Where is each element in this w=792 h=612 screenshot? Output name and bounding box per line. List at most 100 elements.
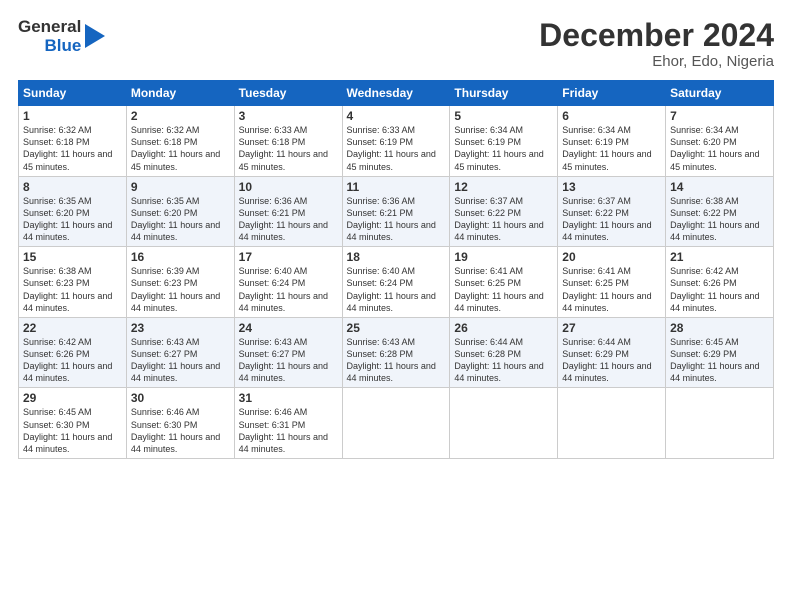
day-number: 12 (454, 180, 553, 194)
day-number: 4 (347, 109, 446, 123)
calendar-cell: 18Sunrise: 6:40 AMSunset: 6:24 PMDayligh… (342, 247, 450, 318)
calendar-cell: 24Sunrise: 6:43 AMSunset: 6:27 PMDayligh… (234, 317, 342, 388)
day-header-monday: Monday (126, 81, 234, 106)
calendar-cell: 8Sunrise: 6:35 AMSunset: 6:20 PMDaylight… (19, 176, 127, 247)
day-info: Sunrise: 6:37 AMSunset: 6:22 PMDaylight:… (562, 195, 661, 244)
calendar-cell: 1Sunrise: 6:32 AMSunset: 6:18 PMDaylight… (19, 106, 127, 177)
day-number: 19 (454, 250, 553, 264)
day-info: Sunrise: 6:33 AMSunset: 6:19 PMDaylight:… (347, 124, 446, 173)
day-info: Sunrise: 6:40 AMSunset: 6:24 PMDaylight:… (239, 265, 338, 314)
day-info: Sunrise: 6:34 AMSunset: 6:19 PMDaylight:… (454, 124, 553, 173)
calendar-week-2: 8Sunrise: 6:35 AMSunset: 6:20 PMDaylight… (19, 176, 774, 247)
day-info: Sunrise: 6:34 AMSunset: 6:20 PMDaylight:… (670, 124, 769, 173)
calendar-cell: 6Sunrise: 6:34 AMSunset: 6:19 PMDaylight… (558, 106, 666, 177)
calendar-cell: 17Sunrise: 6:40 AMSunset: 6:24 PMDayligh… (234, 247, 342, 318)
header: General Blue December 2024 Ehor, Edo, Ni… (18, 18, 774, 70)
page: General Blue December 2024 Ehor, Edo, Ni… (0, 0, 792, 612)
day-info: Sunrise: 6:44 AMSunset: 6:28 PMDaylight:… (454, 336, 553, 385)
day-info: Sunrise: 6:34 AMSunset: 6:19 PMDaylight:… (562, 124, 661, 173)
calendar-cell: 3Sunrise: 6:33 AMSunset: 6:18 PMDaylight… (234, 106, 342, 177)
logo-line1: General (18, 18, 81, 37)
title-block: December 2024 Ehor, Edo, Nigeria (539, 18, 774, 70)
day-header-friday: Friday (558, 81, 666, 106)
day-info: Sunrise: 6:35 AMSunset: 6:20 PMDaylight:… (131, 195, 230, 244)
calendar-cell: 25Sunrise: 6:43 AMSunset: 6:28 PMDayligh… (342, 317, 450, 388)
page-subtitle: Ehor, Edo, Nigeria (539, 53, 774, 70)
day-number: 28 (670, 321, 769, 335)
day-number: 29 (23, 391, 122, 405)
calendar-cell: 26Sunrise: 6:44 AMSunset: 6:28 PMDayligh… (450, 317, 558, 388)
day-info: Sunrise: 6:32 AMSunset: 6:18 PMDaylight:… (131, 124, 230, 173)
calendar-cell: 20Sunrise: 6:41 AMSunset: 6:25 PMDayligh… (558, 247, 666, 318)
day-number: 17 (239, 250, 338, 264)
day-info: Sunrise: 6:39 AMSunset: 6:23 PMDaylight:… (131, 265, 230, 314)
calendar-cell: 23Sunrise: 6:43 AMSunset: 6:27 PMDayligh… (126, 317, 234, 388)
calendar-week-5: 29Sunrise: 6:45 AMSunset: 6:30 PMDayligh… (19, 388, 774, 459)
day-info: Sunrise: 6:45 AMSunset: 6:29 PMDaylight:… (670, 336, 769, 385)
day-header-sunday: Sunday (19, 81, 127, 106)
calendar-week-3: 15Sunrise: 6:38 AMSunset: 6:23 PMDayligh… (19, 247, 774, 318)
day-number: 6 (562, 109, 661, 123)
calendar-cell: 30Sunrise: 6:46 AMSunset: 6:30 PMDayligh… (126, 388, 234, 459)
calendar-cell: 28Sunrise: 6:45 AMSunset: 6:29 PMDayligh… (666, 317, 774, 388)
day-number: 1 (23, 109, 122, 123)
day-info: Sunrise: 6:43 AMSunset: 6:27 PMDaylight:… (131, 336, 230, 385)
day-info: Sunrise: 6:41 AMSunset: 6:25 PMDaylight:… (562, 265, 661, 314)
calendar-cell: 11Sunrise: 6:36 AMSunset: 6:21 PMDayligh… (342, 176, 450, 247)
day-number: 11 (347, 180, 446, 194)
day-number: 23 (131, 321, 230, 335)
day-number: 16 (131, 250, 230, 264)
day-header-tuesday: Tuesday (234, 81, 342, 106)
day-info: Sunrise: 6:43 AMSunset: 6:28 PMDaylight:… (347, 336, 446, 385)
calendar-cell: 10Sunrise: 6:36 AMSunset: 6:21 PMDayligh… (234, 176, 342, 247)
day-info: Sunrise: 6:42 AMSunset: 6:26 PMDaylight:… (670, 265, 769, 314)
calendar-week-1: 1Sunrise: 6:32 AMSunset: 6:18 PMDaylight… (19, 106, 774, 177)
day-info: Sunrise: 6:46 AMSunset: 6:31 PMDaylight:… (239, 406, 338, 455)
day-number: 13 (562, 180, 661, 194)
day-info: Sunrise: 6:32 AMSunset: 6:18 PMDaylight:… (23, 124, 122, 173)
logo-arrow-icon (85, 24, 105, 48)
calendar-cell (558, 388, 666, 459)
day-number: 22 (23, 321, 122, 335)
logo: General Blue (18, 18, 105, 55)
calendar-cell: 12Sunrise: 6:37 AMSunset: 6:22 PMDayligh… (450, 176, 558, 247)
calendar-cell (666, 388, 774, 459)
calendar-cell: 27Sunrise: 6:44 AMSunset: 6:29 PMDayligh… (558, 317, 666, 388)
day-number: 2 (131, 109, 230, 123)
calendar-cell: 14Sunrise: 6:38 AMSunset: 6:22 PMDayligh… (666, 176, 774, 247)
calendar-cell (342, 388, 450, 459)
day-info: Sunrise: 6:40 AMSunset: 6:24 PMDaylight:… (347, 265, 446, 314)
day-number: 3 (239, 109, 338, 123)
day-info: Sunrise: 6:35 AMSunset: 6:20 PMDaylight:… (23, 195, 122, 244)
day-info: Sunrise: 6:46 AMSunset: 6:30 PMDaylight:… (131, 406, 230, 455)
calendar-cell: 21Sunrise: 6:42 AMSunset: 6:26 PMDayligh… (666, 247, 774, 318)
calendar-cell (450, 388, 558, 459)
day-number: 27 (562, 321, 661, 335)
calendar-cell: 7Sunrise: 6:34 AMSunset: 6:20 PMDaylight… (666, 106, 774, 177)
day-info: Sunrise: 6:36 AMSunset: 6:21 PMDaylight:… (239, 195, 338, 244)
calendar-cell: 19Sunrise: 6:41 AMSunset: 6:25 PMDayligh… (450, 247, 558, 318)
calendar-header-row: SundayMondayTuesdayWednesdayThursdayFrid… (19, 81, 774, 106)
day-number: 5 (454, 109, 553, 123)
day-info: Sunrise: 6:45 AMSunset: 6:30 PMDaylight:… (23, 406, 122, 455)
day-info: Sunrise: 6:42 AMSunset: 6:26 PMDaylight:… (23, 336, 122, 385)
day-number: 20 (562, 250, 661, 264)
day-info: Sunrise: 6:38 AMSunset: 6:22 PMDaylight:… (670, 195, 769, 244)
day-number: 8 (23, 180, 122, 194)
day-number: 7 (670, 109, 769, 123)
day-number: 24 (239, 321, 338, 335)
logo-line2: Blue (44, 37, 81, 56)
day-number: 26 (454, 321, 553, 335)
day-info: Sunrise: 6:33 AMSunset: 6:18 PMDaylight:… (239, 124, 338, 173)
day-number: 21 (670, 250, 769, 264)
day-header-wednesday: Wednesday (342, 81, 450, 106)
day-info: Sunrise: 6:44 AMSunset: 6:29 PMDaylight:… (562, 336, 661, 385)
day-number: 30 (131, 391, 230, 405)
calendar-cell: 15Sunrise: 6:38 AMSunset: 6:23 PMDayligh… (19, 247, 127, 318)
day-info: Sunrise: 6:36 AMSunset: 6:21 PMDaylight:… (347, 195, 446, 244)
day-number: 18 (347, 250, 446, 264)
day-number: 9 (131, 180, 230, 194)
day-number: 25 (347, 321, 446, 335)
day-number: 10 (239, 180, 338, 194)
calendar-table: SundayMondayTuesdayWednesdayThursdayFrid… (18, 80, 774, 459)
